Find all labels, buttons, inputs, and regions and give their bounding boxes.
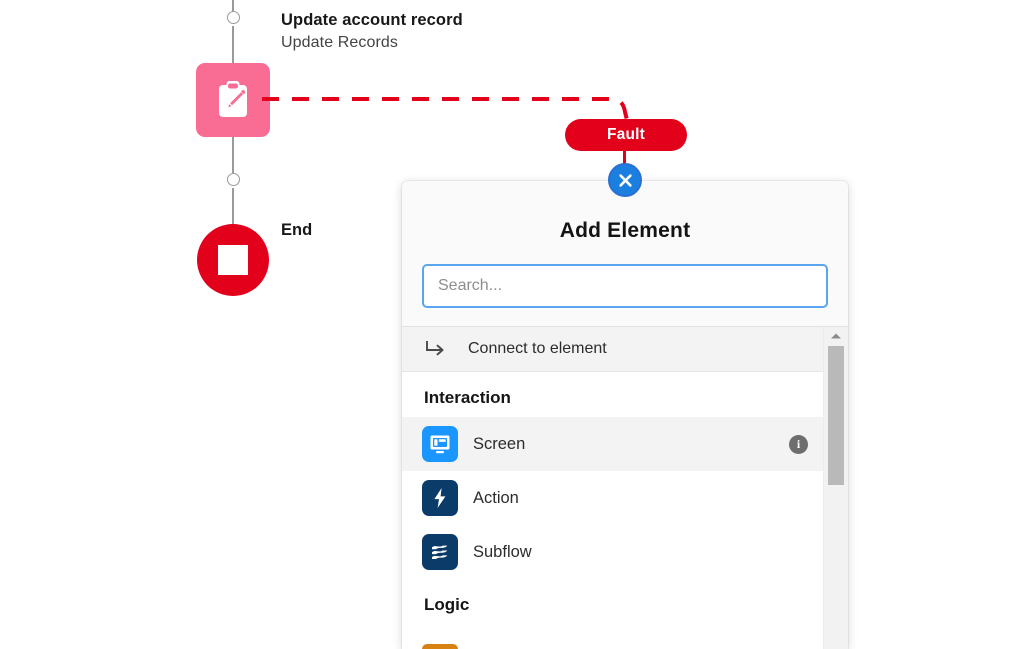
section-header-interaction: Interaction	[402, 372, 824, 417]
flow-node-end-label: End	[281, 221, 313, 239]
element-row-screen[interactable]: Screen i	[402, 417, 824, 471]
connect-to-element-label: Connect to element	[468, 340, 607, 357]
connect-to-element-row[interactable]: Connect to element	[402, 327, 824, 371]
section-header-logic: Logic	[402, 579, 824, 624]
element-list-scroll-area: Connect to element Interaction Screen i …	[402, 327, 824, 649]
stop-square-icon	[218, 245, 248, 275]
add-connector-dot-top[interactable]	[227, 11, 240, 24]
flow-node-update-records[interactable]	[196, 63, 270, 137]
clipboard-pencil-icon	[219, 81, 247, 117]
connect-arrow-icon	[424, 340, 452, 358]
connector-line-upper	[232, 26, 234, 63]
element-list: Connect to element Interaction Screen i …	[402, 326, 848, 649]
search-input[interactable]	[422, 264, 828, 308]
flow-node-end[interactable]	[197, 224, 269, 296]
connector-line-lower-a	[232, 137, 234, 173]
element-list-scrollbar[interactable]	[823, 327, 848, 649]
search-wrapper	[422, 264, 828, 308]
node-title: Update account record	[281, 11, 463, 29]
lightning-bolt-icon	[422, 480, 458, 516]
element-label-subflow: Subflow	[473, 542, 532, 561]
info-icon-screen[interactable]: i	[789, 434, 808, 454]
element-row-action[interactable]: Action	[402, 471, 824, 525]
element-row-subflow[interactable]: Subflow	[402, 525, 824, 579]
add-connector-dot-bottom[interactable]	[227, 173, 240, 186]
chevron-up-icon[interactable]	[824, 327, 848, 344]
close-panel-button[interactable]	[608, 163, 642, 197]
fault-badge[interactable]: Fault	[565, 119, 687, 151]
element-label-action: Action	[473, 488, 519, 507]
connector-line-lower-b	[232, 188, 234, 224]
close-icon	[618, 173, 632, 187]
screen-icon	[422, 426, 458, 462]
add-element-panel: Add Element Connect to element Interacti…	[402, 181, 848, 649]
subflow-waves-icon	[422, 534, 458, 570]
panel-title: Add Element	[559, 219, 691, 242]
element-label-screen: Screen	[473, 434, 526, 453]
flow-node-update-records-label: Update account record Update Records	[281, 10, 463, 53]
node-subtitle: Update Records	[281, 33, 399, 51]
logic-element-icon-peek	[422, 644, 458, 649]
scrollbar-thumb[interactable]	[828, 346, 844, 485]
